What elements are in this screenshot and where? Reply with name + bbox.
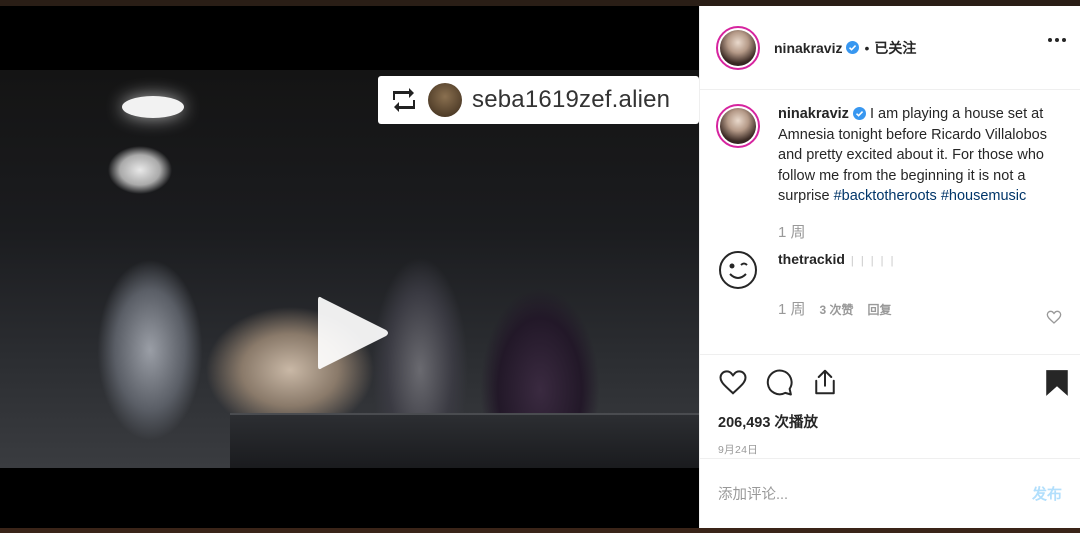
background-bottom xyxy=(0,528,1080,533)
caption-age[interactable]: 1 周 xyxy=(778,221,1064,242)
caption-row: ninakraviz I am playing a house set at A… xyxy=(716,104,1064,207)
comment-input[interactable]: 添加评论... xyxy=(718,483,788,504)
video-dj-deck xyxy=(230,413,699,468)
post-date[interactable]: 9月24日 xyxy=(718,442,1062,457)
comment-reply-button[interactable]: 回复 xyxy=(868,301,892,318)
repost-tag: seba1619zef.alien xyxy=(378,76,699,124)
comments-section: ninakraviz I am playing a house set at A… xyxy=(700,90,1080,354)
avatar[interactable] xyxy=(716,104,760,148)
avatar[interactable] xyxy=(716,25,760,70)
hashtag-link[interactable]: #housemusic xyxy=(941,188,1026,204)
action-icons xyxy=(718,367,1062,397)
comment-username[interactable]: thetrackid xyxy=(778,251,845,267)
hashtag-link[interactable]: #backtotheroots xyxy=(834,188,937,204)
video-lamp xyxy=(122,96,184,118)
comment-like-heart-icon[interactable] xyxy=(1046,309,1062,325)
post-actions: 206,493 次播放 9月24日 xyxy=(700,354,1080,458)
repost-avatar xyxy=(428,83,462,117)
repost-icon xyxy=(390,86,418,114)
caption-text-block: ninakraviz I am playing a house set at A… xyxy=(778,104,1064,207)
comment-likes[interactable]: 3 次赞 xyxy=(820,301,854,318)
comment-icon[interactable] xyxy=(764,367,794,397)
caption-username[interactable]: ninakraviz xyxy=(778,106,849,122)
share-icon[interactable] xyxy=(810,367,840,397)
play-icon[interactable] xyxy=(314,292,390,374)
video-player[interactable]: seba1619zef.alien xyxy=(0,6,699,528)
comment-text-block: thetrackid | | | | | xyxy=(778,251,895,267)
post-side-panel: ninakraviz • 已关注 ninakraviz I am playing… xyxy=(699,6,1080,528)
bookmark-icon[interactable] xyxy=(1044,369,1070,397)
repost-username: seba1619zef.alien xyxy=(472,86,671,113)
header-username[interactable]: ninakraviz xyxy=(774,40,842,56)
comment-meta: 1 周 3 次赞 回复 xyxy=(778,298,1064,319)
post-header: ninakraviz • 已关注 xyxy=(700,6,1080,90)
video-frame[interactable]: seba1619zef.alien xyxy=(0,70,699,468)
separator-dot: • xyxy=(864,39,870,56)
comment-row: thetrackid | | | | | xyxy=(716,250,1064,290)
verified-badge-icon xyxy=(846,41,860,54)
verified-badge-icon xyxy=(852,107,866,120)
more-options-icon[interactable] xyxy=(1048,38,1066,42)
comment-text: | | | | | xyxy=(850,254,896,267)
comment-age[interactable]: 1 周 xyxy=(778,298,806,319)
heart-icon[interactable] xyxy=(718,367,748,397)
post-comment-button[interactable]: 发布 xyxy=(1032,483,1062,504)
view-count[interactable]: 206,493 次播放 xyxy=(718,411,1062,432)
follow-status-button[interactable]: 已关注 xyxy=(874,38,916,58)
smiley-avatar-icon[interactable] xyxy=(718,250,758,290)
add-comment-bar: 添加评论... 发布 xyxy=(700,458,1080,528)
